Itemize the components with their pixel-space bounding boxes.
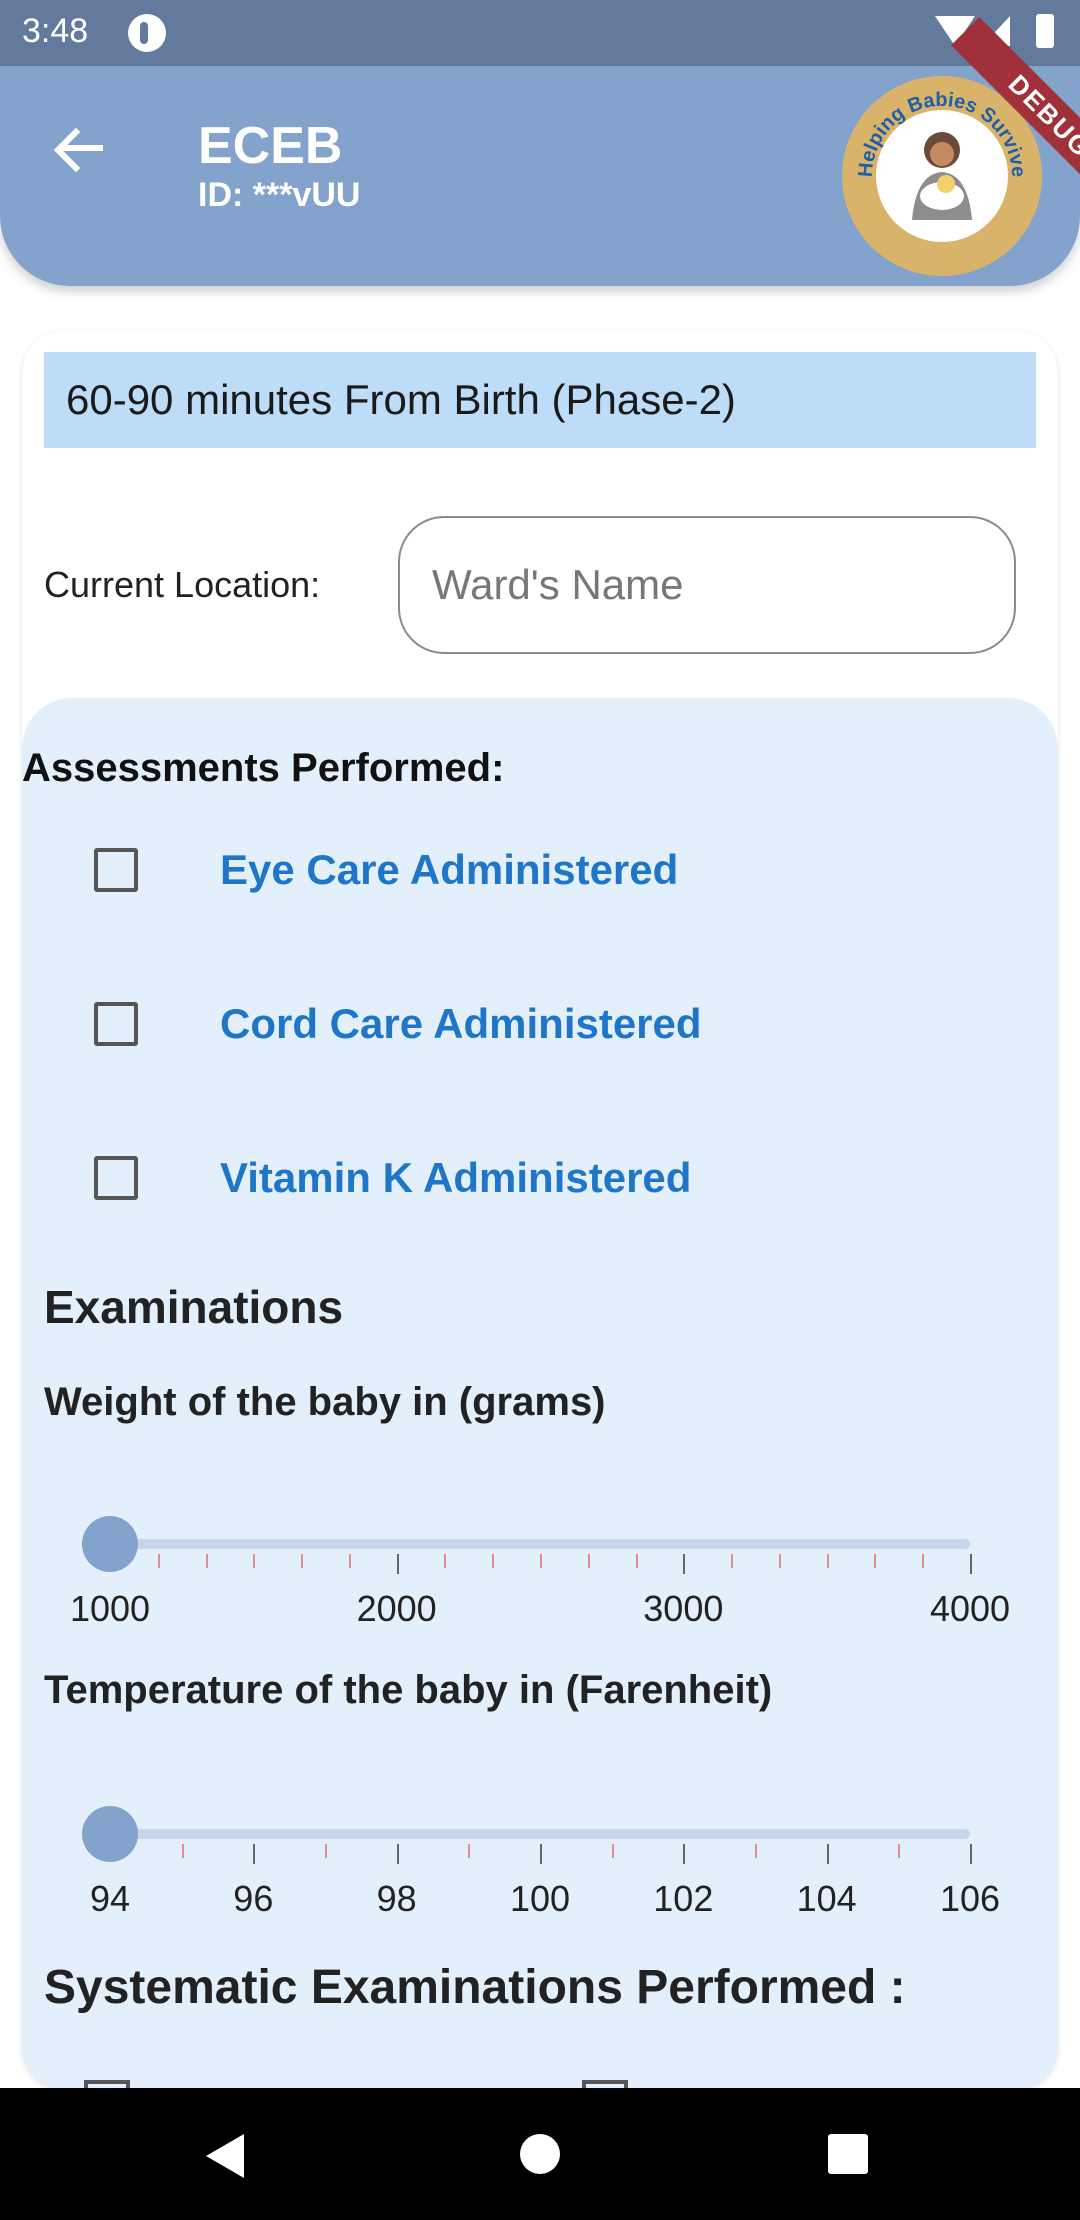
minor-tick	[157, 1554, 160, 1568]
minor-tick	[468, 1844, 471, 1858]
tick-label: 104	[796, 1878, 857, 1919]
tick-label: 4000	[929, 1588, 1011, 1629]
temperature-slider[interactable]: 94 96 98 100 102 104 106	[22, 698, 1058, 1919]
minor-tick	[253, 1554, 256, 1568]
major-tick	[396, 1844, 399, 1864]
nav-back-icon[interactable]	[206, 2134, 244, 2178]
major-tick	[826, 1844, 829, 1864]
cord-care-label[interactable]: Cord Care Administered	[220, 1000, 702, 1048]
eye-care-label[interactable]: Eye Care Administered	[220, 846, 678, 894]
tick-label: 94	[89, 1878, 131, 1919]
slider-track[interactable]	[110, 1829, 970, 1839]
vitamin-k-label[interactable]: Vitamin K Administered	[220, 1154, 691, 1202]
minor-tick	[731, 1554, 734, 1568]
major-tick	[396, 1554, 399, 1574]
minor-tick	[444, 1554, 447, 1568]
cord-care-checkbox[interactable]	[94, 1002, 138, 1046]
app-bar: ECEB ID: ***vUU Helping Babies Survive D…	[0, 17, 1080, 286]
minor-tick	[325, 1844, 327, 1858]
slider-thumb[interactable]	[82, 1516, 138, 1572]
major-tick	[683, 1554, 686, 1574]
slider-track[interactable]	[110, 1539, 970, 1549]
temperature-label: Temperature of the baby in (Farenheit)	[44, 1668, 773, 1712]
minor-tick	[492, 1554, 495, 1568]
minor-tick	[611, 1844, 614, 1858]
examinations-title: Examinations	[44, 1281, 344, 1333]
major-tick	[970, 1554, 972, 1574]
minor-tick	[922, 1554, 925, 1568]
arrow-back-icon	[53, 127, 103, 173]
mother-baby-icon	[876, 110, 1008, 242]
tick-label: 2000	[356, 1588, 437, 1629]
tick-label: 100	[509, 1878, 571, 1919]
tick-label: 3000	[643, 1588, 724, 1629]
systematic-exams-title: Systematic Examinations Performed :	[44, 1961, 906, 2014]
tick-label: 102	[653, 1878, 714, 1919]
minor-tick	[826, 1554, 829, 1568]
patient-id: ID: ***vUU	[198, 176, 361, 214]
system-nav-bar	[0, 2088, 1080, 2220]
weight-label: Weight of the baby in (grams)	[44, 1380, 606, 1424]
minor-tick	[301, 1554, 304, 1568]
major-tick	[253, 1844, 256, 1864]
tick-label: 98	[376, 1878, 417, 1919]
minor-tick	[205, 1554, 208, 1568]
tick-label: 1000	[69, 1588, 151, 1629]
assessments-title: Assessments Performed:	[22, 746, 505, 790]
minor-tick	[755, 1844, 757, 1858]
app-title: ECEB	[198, 117, 343, 175]
tick-label: 96	[233, 1878, 274, 1919]
location-label: Current Location:	[44, 564, 321, 605]
assessment-panel: Assessments Performed: Eye Care Administ…	[22, 698, 1058, 2090]
eye-care-checkbox[interactable]	[94, 848, 138, 892]
minor-tick	[778, 1554, 781, 1568]
minor-tick	[635, 1554, 638, 1568]
status-bar: 3:48	[0, 0, 1080, 66]
minor-tick	[874, 1554, 877, 1568]
slider-thumb[interactable]	[82, 1806, 138, 1862]
minor-tick	[348, 1554, 351, 1568]
phase-form-card: 60-90 minutes From Birth (Phase-2) Curre…	[22, 330, 1058, 2090]
major-tick	[540, 1844, 542, 1864]
notification-icon	[128, 14, 166, 52]
phase-title: 60-90 minutes From Birth (Phase-2)	[44, 352, 1036, 448]
status-time: 3:48	[22, 12, 89, 50]
minor-tick	[540, 1554, 542, 1568]
major-tick	[683, 1844, 686, 1864]
ward-name-input[interactable]	[398, 516, 1016, 654]
nav-home-icon[interactable]	[520, 2134, 560, 2174]
major-tick	[970, 1844, 972, 1864]
minor-tick	[587, 1554, 590, 1568]
tick-label: 106	[939, 1878, 1001, 1919]
back-button[interactable]	[46, 118, 110, 182]
vitamin-k-checkbox[interactable]	[94, 1156, 138, 1200]
battery-icon	[1036, 14, 1054, 48]
minor-tick	[898, 1844, 901, 1858]
nav-recents-icon[interactable]	[828, 2134, 868, 2174]
minor-tick	[181, 1844, 184, 1858]
